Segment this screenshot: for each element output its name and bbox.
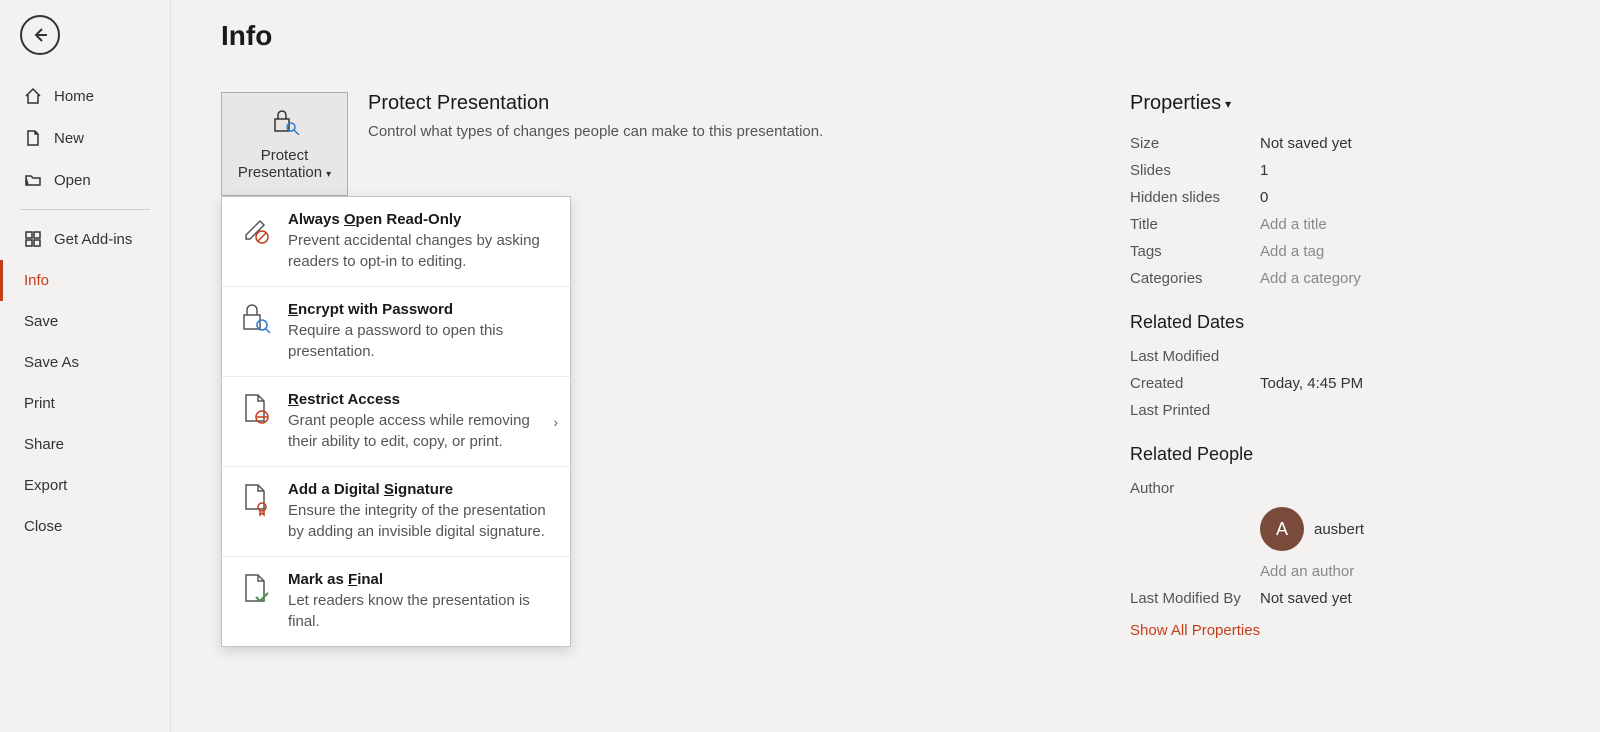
nav-print[interactable]: Print	[0, 383, 170, 424]
lock-key-icon	[269, 107, 301, 139]
chevron-down-icon: ▾	[326, 169, 331, 180]
menu-final-title: Mark as Final	[288, 571, 554, 588]
addins-icon	[24, 230, 42, 248]
prop-size-label: Size	[1130, 135, 1260, 152]
properties-heading-text: Properties	[1130, 92, 1221, 115]
show-all-properties-link[interactable]: Show All Properties	[1130, 622, 1550, 639]
file-restrict-icon	[238, 391, 274, 427]
nav-save-label: Save	[24, 313, 58, 330]
menu-digital-signature[interactable]: Add a Digital Signature Ensure the integ…	[222, 467, 570, 557]
menu-always-readonly[interactable]: Always Open Read-Only Prevent accidental…	[222, 197, 570, 287]
prop-categories-label: Categories	[1130, 270, 1260, 287]
menu-readonly-title: Always Open Read-Only	[288, 211, 554, 228]
related-dates-heading: Related Dates	[1130, 312, 1550, 333]
menu-restrict-title: Restrict Access	[288, 391, 554, 408]
chevron-down-icon: ▾	[1225, 97, 1231, 111]
prop-hidden-label: Hidden slides	[1130, 189, 1260, 206]
prop-size-value: Not saved yet	[1260, 135, 1352, 152]
nav-open[interactable]: Open	[0, 159, 170, 201]
nav-info[interactable]: Info	[0, 260, 170, 301]
protect-dropdown-menu: Always Open Read-Only Prevent accidental…	[221, 196, 571, 647]
nav-info-label: Info	[24, 272, 49, 289]
prop-author-label: Author	[1130, 480, 1260, 497]
lock-key-icon	[238, 301, 274, 337]
nav-print-label: Print	[24, 395, 55, 412]
prop-title-value[interactable]: Add a title	[1260, 216, 1327, 233]
nav-saveas[interactable]: Save As	[0, 342, 170, 383]
nav-save[interactable]: Save	[0, 301, 170, 342]
menu-signature-title: Add a Digital Signature	[288, 481, 554, 498]
home-icon	[24, 87, 42, 105]
prop-created-value: Today, 4:45 PM	[1260, 375, 1363, 392]
protect-desc: Control what types of changes people can…	[368, 121, 823, 144]
nav-close-label: Close	[24, 518, 62, 535]
nav-share-label: Share	[24, 436, 64, 453]
back-button[interactable]	[20, 15, 60, 55]
file-check-icon	[238, 571, 274, 607]
prop-title-label: Title	[1130, 216, 1260, 233]
nav-addins[interactable]: Get Add-ins	[0, 218, 170, 260]
prop-modifiedby-label: Last Modified By	[1130, 590, 1260, 607]
prop-printed-label: Last Printed	[1130, 402, 1260, 419]
avatar: A	[1260, 507, 1304, 551]
nav-export-label: Export	[24, 477, 67, 494]
prop-slides-value: 1	[1260, 162, 1268, 179]
page-title: Info	[221, 20, 1550, 52]
menu-signature-desc: Ensure the integrity of the presentation…	[288, 500, 554, 542]
prop-modifiedby-value: Not saved yet	[1260, 590, 1352, 607]
menu-restrict-desc: Grant people access while removing their…	[288, 410, 554, 452]
new-file-icon	[24, 129, 42, 147]
author-entry[interactable]: A ausbert	[1260, 507, 1550, 551]
backstage-sidebar: Home New Open Get Add-ins Info Save Save…	[0, 0, 171, 732]
nav-share[interactable]: Share	[0, 424, 170, 465]
nav-home-label: Home	[54, 88, 94, 105]
prop-hidden-value: 0	[1260, 189, 1268, 206]
chevron-right-icon: ›	[553, 414, 558, 430]
folder-open-icon	[24, 171, 42, 189]
protect-btn-line1: Protect	[261, 147, 309, 164]
nav-divider	[20, 209, 150, 210]
arrow-left-icon	[31, 26, 49, 44]
protect-btn-line2: Presentation	[238, 164, 322, 181]
prop-tags-label: Tags	[1130, 243, 1260, 260]
protect-presentation-button[interactable]: ProtectPresentation ▾	[221, 92, 348, 196]
prop-tags-value[interactable]: Add a tag	[1260, 243, 1324, 260]
prop-created-label: Created	[1130, 375, 1260, 392]
nav-new[interactable]: New	[0, 117, 170, 159]
menu-encrypt-title: Encrypt with Password	[288, 301, 554, 318]
nav-close[interactable]: Close	[0, 506, 170, 547]
nav-saveas-label: Save As	[24, 354, 79, 371]
protect-heading: Protect Presentation	[368, 92, 823, 115]
menu-mark-final[interactable]: Mark as Final Let readers know the prese…	[222, 557, 570, 646]
author-name: ausbert	[1314, 521, 1364, 538]
menu-readonly-desc: Prevent accidental changes by asking rea…	[288, 230, 554, 272]
file-ribbon-icon	[238, 481, 274, 517]
properties-heading[interactable]: Properties ▾	[1130, 92, 1550, 115]
pencil-no-icon	[238, 211, 274, 247]
main-content: Info ProtectPresentation ▾ Protect Presen…	[171, 0, 1600, 732]
prop-slides-label: Slides	[1130, 162, 1260, 179]
nav-new-label: New	[54, 130, 84, 147]
nav-open-label: Open	[54, 172, 91, 189]
menu-encrypt-desc: Require a password to open this presenta…	[288, 320, 554, 362]
related-people-heading: Related People	[1130, 444, 1550, 465]
nav-addins-label: Get Add-ins	[54, 231, 132, 248]
menu-encrypt-password[interactable]: Encrypt with Password Require a password…	[222, 287, 570, 377]
prop-modified-label: Last Modified	[1130, 348, 1260, 365]
nav-export[interactable]: Export	[0, 465, 170, 506]
add-author-link[interactable]: Add an author	[1260, 563, 1354, 580]
menu-final-desc: Let readers know the presentation is fin…	[288, 590, 554, 632]
nav-home[interactable]: Home	[0, 75, 170, 117]
prop-categories-value[interactable]: Add a category	[1260, 270, 1361, 287]
menu-restrict-access[interactable]: Restrict Access Grant people access whil…	[222, 377, 570, 467]
